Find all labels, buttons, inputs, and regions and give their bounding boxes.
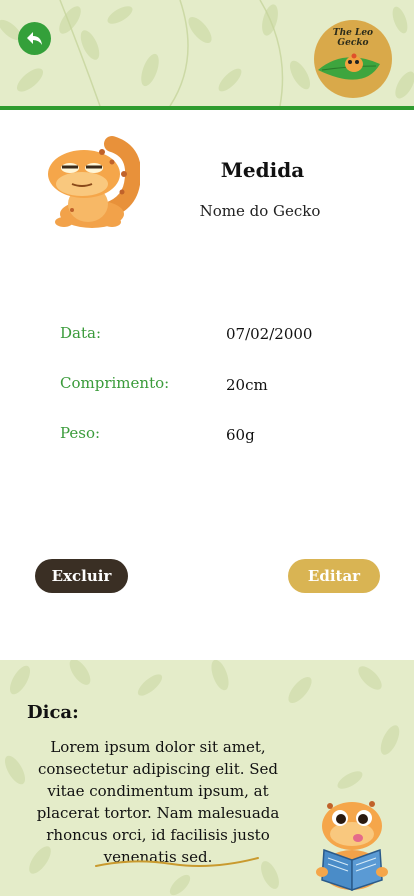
reading-gecko-illustration xyxy=(316,801,388,892)
date-label: Data: xyxy=(60,324,101,342)
date-value: 07/02/2000 xyxy=(226,325,313,343)
decorative-squiggle xyxy=(95,857,259,867)
gecko-name: Nome do Gecko xyxy=(199,202,321,220)
back-arrow-icon xyxy=(26,31,42,45)
gecko-illustration xyxy=(48,136,140,228)
length-label: Comprimento: xyxy=(60,374,170,392)
page-title: Medida xyxy=(220,158,305,182)
logo-gecko-leaf-icon xyxy=(318,53,380,80)
weight-label: Peso: xyxy=(60,424,101,442)
edit-button[interactable]: Editar xyxy=(288,559,380,593)
tip-section: Dica: Lorem ipsum dolor sit amet, consec… xyxy=(0,660,414,896)
delete-button[interactable]: Excluir xyxy=(35,559,128,593)
app-header: The Leo Gecko xyxy=(0,0,414,106)
back-button[interactable] xyxy=(18,22,51,55)
tip-title: Dica: xyxy=(27,702,79,723)
header-divider xyxy=(0,106,414,110)
tip-text: Lorem ipsum dolor sit amet, consectetur … xyxy=(36,738,280,866)
weight-value: 60g xyxy=(226,426,255,444)
length-value: 20cm xyxy=(226,376,268,394)
app-logo: The Leo Gecko xyxy=(314,20,392,98)
